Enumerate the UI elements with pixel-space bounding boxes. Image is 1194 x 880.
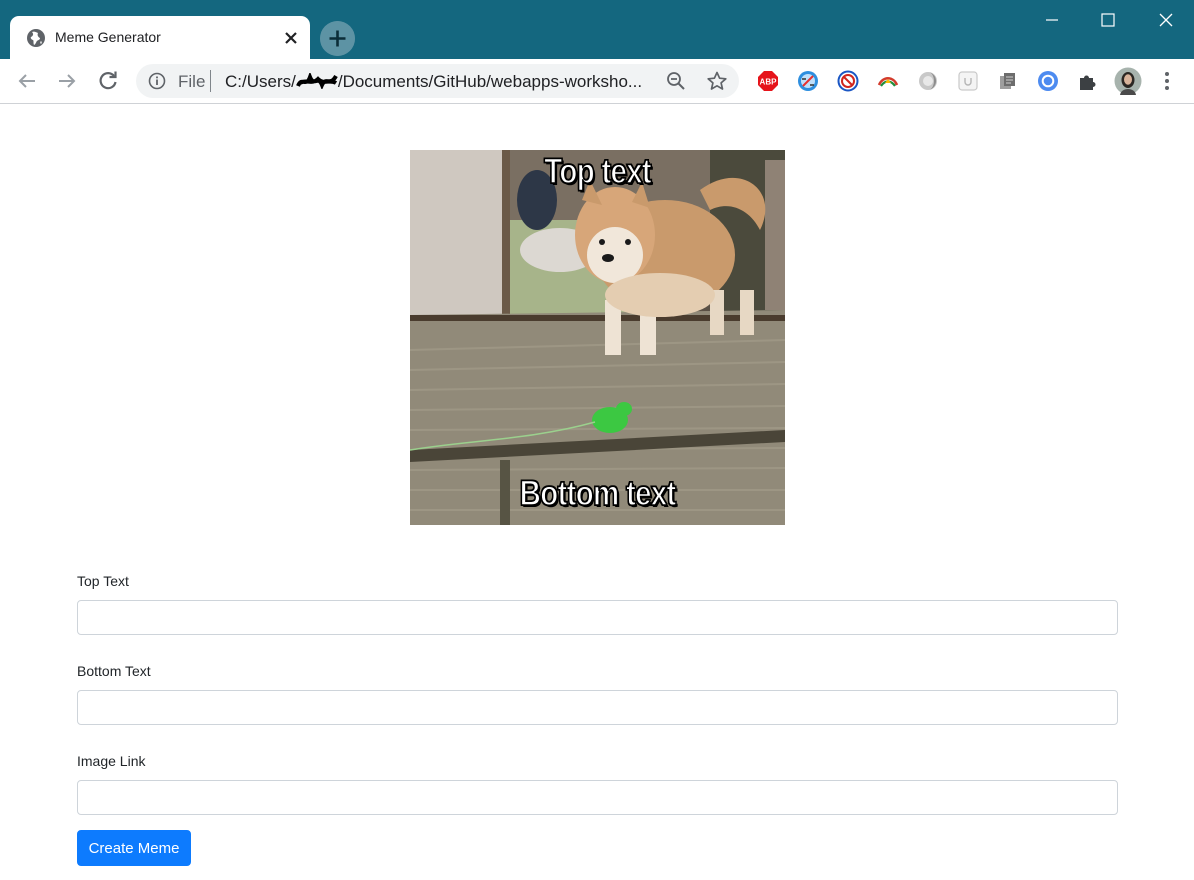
url-prefix: C:/Users/ (225, 72, 296, 91)
abp-icon[interactable]: ABP (757, 70, 779, 92)
zoom-out-icon[interactable] (666, 71, 686, 91)
top-text-label: Top Text (77, 573, 129, 589)
copy-icon[interactable] (997, 70, 1019, 92)
address-bar[interactable]: File C:/Users/ /Documents/GitHub/webapps-… (136, 64, 739, 98)
top-text-input[interactable] (77, 600, 1118, 635)
meme-bottom-text: Bottom text (519, 473, 677, 514)
avatar[interactable] (1114, 67, 1142, 95)
abp-label: ABP (760, 78, 778, 87)
puzzle-icon[interactable] (1077, 70, 1099, 92)
new-tab-button[interactable] (320, 21, 355, 56)
browser-title-bar: Meme Generator (0, 0, 1194, 59)
tab-title: Meme Generator (55, 29, 161, 45)
bottom-text-input[interactable] (77, 690, 1118, 725)
meme-top-text: Top text (544, 151, 653, 192)
close-window-icon[interactable] (1151, 8, 1181, 32)
circle-ring-icon[interactable] (1037, 70, 1059, 92)
more-menu-icon[interactable] (1157, 69, 1177, 93)
back-arrow-icon[interactable] (13, 67, 41, 95)
maximize-window-icon[interactable] (1093, 8, 1123, 32)
image-link-input[interactable] (77, 780, 1118, 815)
bookmark-star-icon[interactable] (706, 70, 728, 92)
dog-photo (410, 150, 785, 525)
arc-icon[interactable] (877, 70, 899, 92)
half-moon-icon[interactable] (917, 70, 939, 92)
browser-toolbar: File C:/Users/ /Documents/GitHub/webapps-… (0, 59, 1194, 104)
forward-arrow-icon[interactable] (53, 67, 81, 95)
block-icon[interactable] (837, 70, 859, 92)
info-icon[interactable] (148, 72, 166, 90)
url-divider (210, 70, 211, 92)
redaction-scribble (295, 73, 338, 89)
safari-share-icon[interactable] (797, 70, 819, 92)
meme-form: Top Text Bottom Text Image Link Create M… (77, 571, 1118, 866)
url-text[interactable]: C:/Users/ /Documents/GitHub/webapps-works… (225, 72, 642, 92)
create-meme-button[interactable]: Create Meme (77, 830, 191, 866)
browser-tab[interactable]: Meme Generator (10, 16, 310, 59)
clipboard-icon[interactable] (957, 70, 979, 92)
url-scheme: File (178, 72, 206, 91)
meme-image: Top text Bottom text (410, 150, 785, 525)
reload-icon[interactable] (94, 67, 122, 95)
url-suffix: /Documents/GitHub/webapps-worksho... (337, 72, 643, 91)
globe-icon (27, 29, 45, 47)
image-link-label: Image Link (77, 753, 146, 769)
minimize-window-icon[interactable] (1037, 8, 1067, 32)
close-tab-icon[interactable] (280, 27, 302, 49)
bottom-text-label: Bottom Text (77, 663, 151, 679)
